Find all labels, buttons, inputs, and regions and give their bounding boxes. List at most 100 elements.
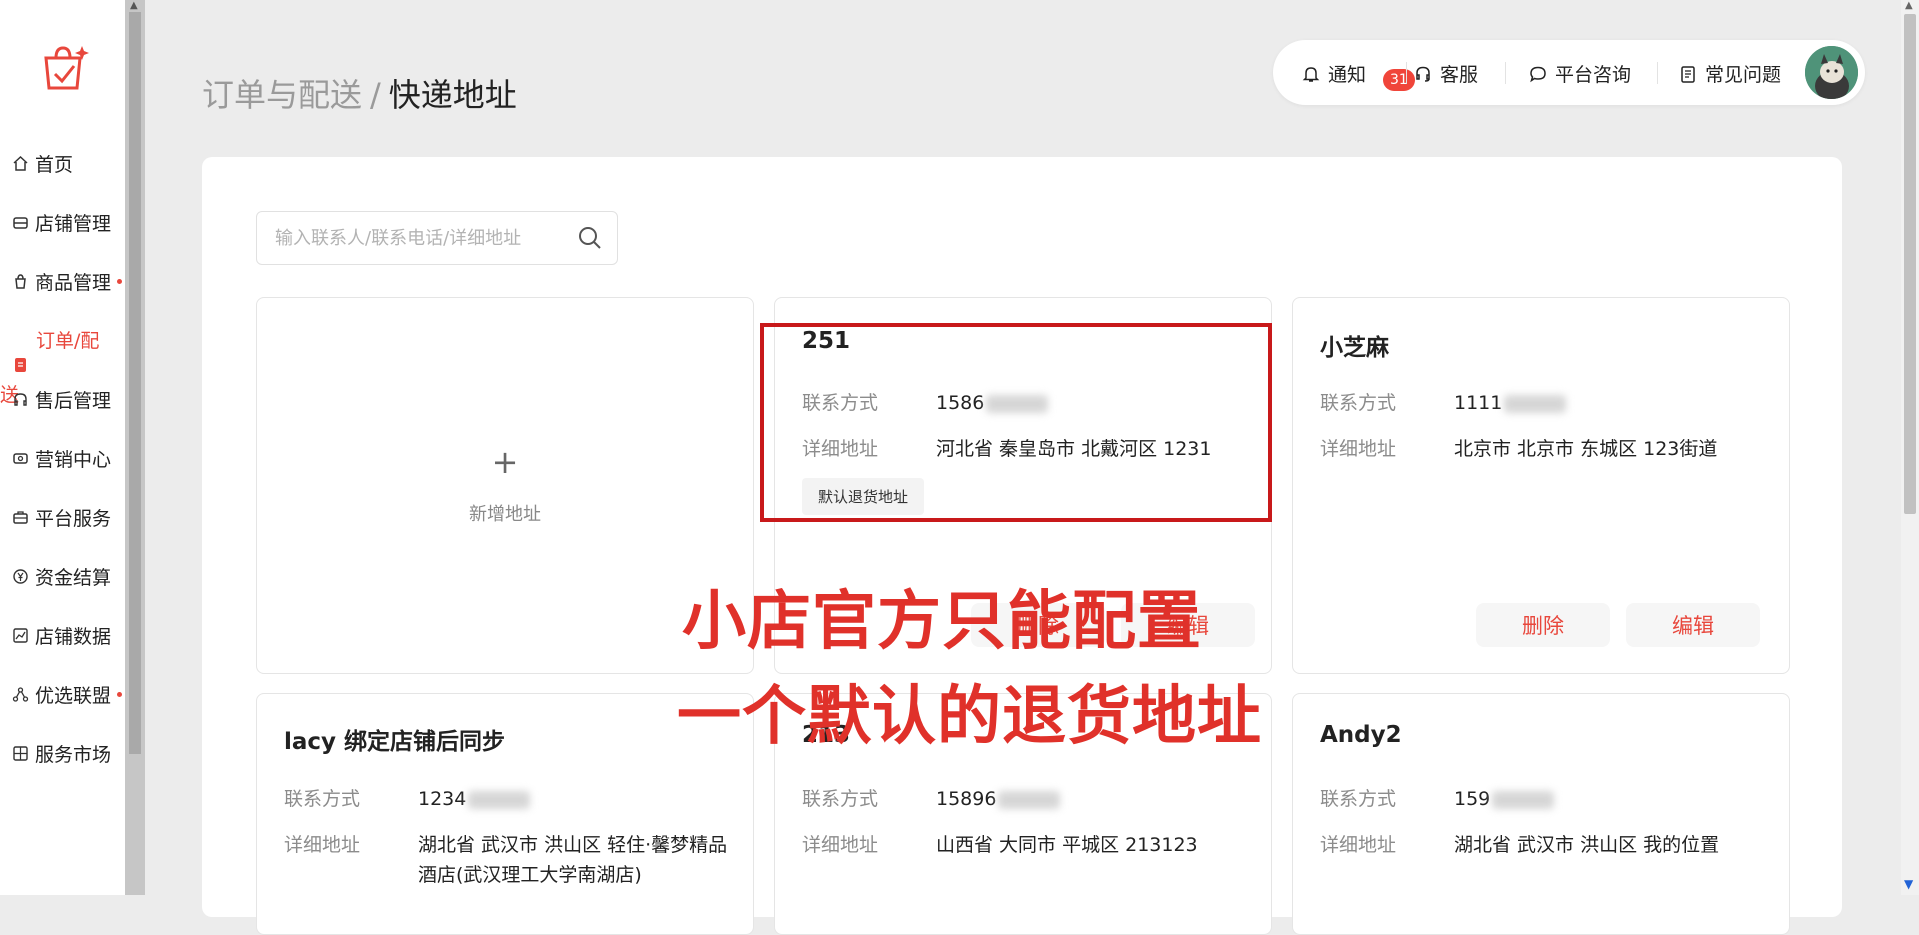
contact-label: 联系方式 xyxy=(1320,392,1397,414)
new-dot xyxy=(117,279,123,284)
address-label: 详细地址 xyxy=(284,834,361,856)
notify-label: 通知 xyxy=(1328,64,1367,86)
page-scrollbar[interactable]: ▲ ▼ xyxy=(1901,0,1919,895)
scroll-down-icon[interactable]: ▼ xyxy=(1904,877,1913,891)
address-value-line2: 酒店(武汉理工大学南湖店) xyxy=(418,864,642,886)
sidebar-item-home[interactable]: 首页 xyxy=(12,150,73,177)
sidebar-item-label: 资金结算 xyxy=(35,567,112,589)
address-row: 详细地址 湖北省 武汉市 洪山区 我的位置 xyxy=(1320,830,1719,857)
scrollbar-thumb[interactable] xyxy=(129,12,141,754)
sidebar-item-products[interactable]: 商品管理 xyxy=(12,268,123,295)
sidebar-scrollbar[interactable]: ▲ xyxy=(125,0,145,895)
platform-consult-button[interactable]: 平台咨询 xyxy=(1528,60,1631,87)
sidebar-item-store[interactable]: 店铺管理 xyxy=(12,209,111,236)
redacted-blur xyxy=(468,790,531,809)
sidebar-item-label: 营销中心 xyxy=(35,449,112,471)
address-value: 北京市 北京市 东城区 123街道 xyxy=(1454,438,1718,460)
contact-label: 联系方式 xyxy=(284,788,361,810)
network-icon xyxy=(12,686,29,703)
address-row: 详细地址 湖北省 武汉市 洪山区 轻住·馨梦精品 xyxy=(284,830,727,857)
sidebar-item-platform[interactable]: 平台服务 xyxy=(12,504,111,531)
bag-icon xyxy=(12,273,29,290)
user-avatar[interactable] xyxy=(1805,46,1858,99)
chart-icon xyxy=(12,627,29,644)
breadcrumb: 订单与配送 / 快递地址 xyxy=(202,70,517,116)
sidebar-item-alliance[interactable]: 优选联盟 xyxy=(12,681,123,708)
bell-icon xyxy=(1302,66,1320,82)
address-row: 详细地址 山西省 大同市 平城区 213123 xyxy=(802,830,1198,857)
add-address-label: 新增地址 xyxy=(469,503,541,525)
contact-row: 联系方式 1111 xyxy=(1320,388,1567,415)
search-box[interactable] xyxy=(256,211,618,265)
sidebar-item-aftersale[interactable]: 售后管理 xyxy=(12,386,111,413)
platform-consult-label: 平台咨询 xyxy=(1555,64,1632,86)
document-icon xyxy=(1681,65,1695,83)
store-icon xyxy=(12,214,29,231)
address-label: 详细地址 xyxy=(1320,834,1397,856)
scroll-up-icon[interactable]: ▲ xyxy=(1905,0,1913,11)
contact-row: 联系方式 15896 xyxy=(802,784,1061,811)
faq-button[interactable]: 常见问题 xyxy=(1678,60,1781,87)
address-row: 详细地址 北京市 北京市 东城区 123街道 xyxy=(1320,434,1717,461)
sidebar-item-finance[interactable]: 资金结算 xyxy=(12,563,111,590)
address-value: 湖北省 武汉市 洪山区 轻住·馨梦精品 xyxy=(418,834,728,856)
address-label: 详细地址 xyxy=(802,834,879,856)
contact-row: 联系方式 1234 xyxy=(284,784,531,811)
redacted-blur xyxy=(1504,394,1567,413)
search-input[interactable] xyxy=(273,224,567,252)
redacted-blur xyxy=(1492,790,1555,809)
faq-label: 常见问题 xyxy=(1705,64,1782,86)
delete-button[interactable]: 删除 xyxy=(1476,603,1610,647)
annotation-line2: 一个默认的退货地址 xyxy=(677,680,1262,754)
sidebar: 首页 店铺管理 商品管理 订单/配 送 售后管理 营销中心 平台服务 资金结算 … xyxy=(0,0,125,895)
address-card: Andy2 联系方式 159 详细地址 湖北省 武汉市 洪山区 我的位置 xyxy=(1292,693,1790,935)
sidebar-item-data[interactable]: 店铺数据 xyxy=(12,622,111,649)
grid-icon xyxy=(12,745,29,762)
phone-value: 159 xyxy=(1454,788,1491,810)
sidebar-item-label: 优选联盟 xyxy=(35,685,112,707)
notification-count-badge: 31 xyxy=(1383,69,1415,91)
address-label: 详细地址 xyxy=(1320,438,1397,460)
sidebar-item-market[interactable]: 服务市场 xyxy=(12,740,111,767)
phone-value: 1234 xyxy=(418,788,467,810)
home-icon xyxy=(12,155,29,172)
sidebar-item-marketing[interactable]: 营销中心 xyxy=(12,445,111,472)
divider xyxy=(1657,62,1658,84)
contact-name: 小芝麻 xyxy=(1320,335,1389,361)
new-dot xyxy=(117,692,123,697)
phone-value: 1111 xyxy=(1454,392,1503,414)
notify-button[interactable]: 通知 31 xyxy=(1301,60,1415,91)
plus-icon: + xyxy=(491,442,519,481)
phone-value: 15896 xyxy=(936,788,997,810)
sidebar-item-label: 店铺数据 xyxy=(35,626,112,648)
coupon-icon xyxy=(12,450,29,467)
address-card: 小芝麻 联系方式 1111 详细地址 北京市 北京市 东城区 123街道 删除 编辑 xyxy=(1292,297,1790,674)
chat-bubble-icon xyxy=(1530,66,1546,82)
edit-button[interactable]: 编辑 xyxy=(1626,603,1760,647)
breadcrumb-separator: / xyxy=(370,76,381,114)
headset-icon xyxy=(12,391,29,408)
sidebar-item-orders[interactable]: 订单/配 xyxy=(36,326,99,353)
contact-name: lacy 绑定店铺后同步 xyxy=(284,729,506,755)
customer-service-label: 客服 xyxy=(1440,64,1479,86)
yuan-icon xyxy=(12,568,29,585)
top-toolbar: 通知 31 客服 平台咨询 常见问题 xyxy=(1273,40,1865,105)
customer-service-button[interactable]: 客服 xyxy=(1413,60,1478,87)
highlight-box xyxy=(760,323,1272,522)
page-title: 快递地址 xyxy=(388,76,517,114)
add-address-card[interactable]: + 新增地址 xyxy=(256,297,754,674)
sidebar-item-label: 服务市场 xyxy=(35,744,112,766)
contact-label: 联系方式 xyxy=(802,788,879,810)
breadcrumb-parent[interactable]: 订单与配送 xyxy=(202,76,362,114)
redacted-blur xyxy=(998,790,1061,809)
scroll-up-icon[interactable]: ▲ xyxy=(130,0,138,11)
headset-icon xyxy=(1416,66,1430,82)
annotation-line1: 小店官方只能配置 xyxy=(682,585,1202,659)
address-value: 湖北省 武汉市 洪山区 我的位置 xyxy=(1454,834,1720,856)
scrollbar-thumb[interactable] xyxy=(1904,14,1916,514)
sidebar-item-label: 店铺管理 xyxy=(35,213,112,235)
sidebar-item-label: 平台服务 xyxy=(35,508,112,530)
search-icon[interactable] xyxy=(577,225,603,251)
sidebar-item-label: 商品管理 xyxy=(35,272,112,294)
shop-logo-icon[interactable] xyxy=(40,44,90,90)
